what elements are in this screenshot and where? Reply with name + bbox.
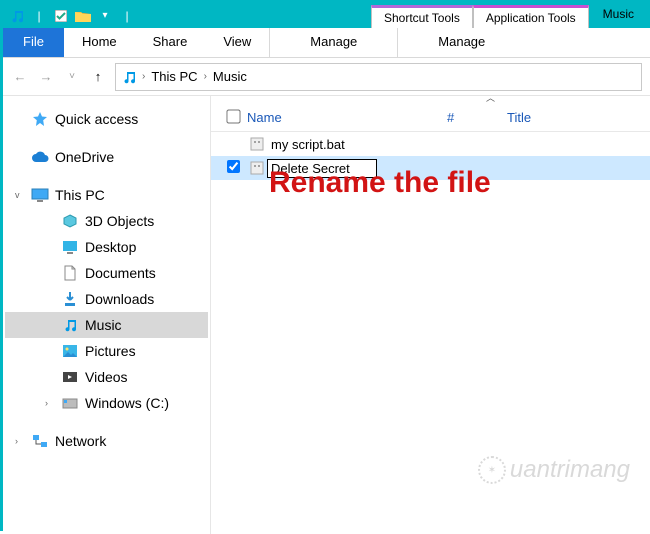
breadcrumb-item[interactable]: This PC bbox=[151, 69, 197, 84]
quick-access-toolbar: | ▾ | bbox=[3, 3, 141, 28]
tree-label: OneDrive bbox=[55, 149, 114, 165]
tree-label: Windows (C:) bbox=[85, 395, 169, 411]
tree-label: Videos bbox=[85, 369, 128, 385]
forward-button[interactable]: → bbox=[37, 69, 55, 84]
column-name[interactable]: Name bbox=[247, 110, 447, 125]
breadcrumb-item[interactable]: Music bbox=[213, 69, 247, 84]
window-title: Music bbox=[589, 3, 648, 28]
music-icon bbox=[9, 9, 25, 23]
folder-type-icon bbox=[61, 291, 79, 307]
up-button[interactable]: ↑ bbox=[89, 69, 107, 84]
star-icon bbox=[31, 111, 49, 127]
tree-item[interactable]: Downloads bbox=[5, 286, 208, 312]
watermark: ✶ uantrimang bbox=[478, 456, 630, 484]
tree-item[interactable]: Documents bbox=[5, 260, 208, 286]
ribbon-tab-share[interactable]: Share bbox=[135, 28, 206, 57]
tree-this-pc[interactable]: v This PC bbox=[5, 182, 208, 208]
folder-type-icon bbox=[61, 343, 79, 359]
music-icon bbox=[122, 70, 136, 84]
cloud-icon bbox=[31, 149, 49, 165]
ribbon-tab-view[interactable]: View bbox=[205, 28, 269, 57]
tree-label: 3D Objects bbox=[85, 213, 154, 229]
file-list-pane: ︿ Name # Title my script.bat Rename the … bbox=[211, 96, 650, 534]
chevron-right-icon[interactable]: › bbox=[142, 71, 145, 82]
file-type-icon bbox=[247, 160, 267, 176]
file-name: my script.bat bbox=[267, 137, 345, 152]
sort-indicator-icon: ︿ bbox=[486, 93, 495, 103]
folder-icon[interactable] bbox=[75, 10, 91, 22]
divider-icon: | bbox=[31, 9, 47, 23]
tree-item[interactable]: Pictures bbox=[5, 338, 208, 364]
tree-item[interactable]: Videos bbox=[5, 364, 208, 390]
tree-item[interactable]: 3D Objects bbox=[5, 208, 208, 234]
tree-item[interactable]: › Windows (C:) bbox=[5, 390, 208, 416]
tree-item[interactable]: Desktop bbox=[5, 234, 208, 260]
folder-type-icon bbox=[61, 265, 79, 281]
recent-dropdown[interactable]: ˅ bbox=[63, 71, 81, 82]
pc-icon bbox=[31, 187, 49, 203]
watermark-icon: ✶ bbox=[478, 456, 506, 484]
expand-icon[interactable]: › bbox=[15, 436, 25, 446]
folder-type-icon bbox=[61, 369, 79, 385]
address-bar: ← → ˅ ↑ › This PC › Music bbox=[3, 58, 650, 96]
row-checkbox[interactable] bbox=[219, 160, 247, 176]
tree-label: Network bbox=[55, 433, 106, 449]
tree-item[interactable]: Music bbox=[5, 312, 208, 338]
file-tab[interactable]: File bbox=[3, 28, 64, 57]
network-icon bbox=[31, 433, 49, 449]
tree-label: Desktop bbox=[85, 239, 136, 255]
ribbon-tab-manage-1[interactable]: Manage bbox=[269, 28, 397, 57]
checkbox-icon[interactable] bbox=[53, 10, 69, 22]
tree-label: Documents bbox=[85, 265, 156, 281]
file-type-icon bbox=[247, 136, 267, 152]
annotation-text: Rename the file bbox=[269, 166, 491, 200]
chevron-right-icon[interactable]: › bbox=[204, 71, 207, 82]
column-track[interactable]: # bbox=[447, 110, 507, 125]
file-row[interactable]: my script.bat bbox=[211, 132, 650, 156]
navigation-tree: Quick access OneDrive v This PC 3D Objec… bbox=[3, 96, 211, 534]
folder-type-icon bbox=[61, 239, 79, 255]
ribbon: File Home Share View Manage Manage bbox=[3, 28, 650, 58]
tree-label: Quick access bbox=[55, 111, 138, 127]
folder-type-icon bbox=[61, 213, 79, 229]
tree-network[interactable]: › Network bbox=[5, 428, 208, 454]
column-headers[interactable]: Name # Title bbox=[211, 104, 650, 132]
tree-label: Downloads bbox=[85, 291, 154, 307]
expand-icon[interactable]: › bbox=[45, 398, 55, 408]
ribbon-tab-home[interactable]: Home bbox=[64, 28, 135, 57]
contextual-tab-application[interactable]: Application Tools bbox=[473, 5, 589, 28]
title-bar: | ▾ | Shortcut Tools Application Tools M… bbox=[3, 3, 650, 28]
breadcrumb[interactable]: › This PC › Music bbox=[115, 63, 642, 91]
folder-type-icon bbox=[61, 317, 79, 333]
column-title[interactable]: Title bbox=[507, 110, 587, 125]
tree-onedrive[interactable]: OneDrive bbox=[5, 144, 208, 170]
ribbon-tab-manage-2[interactable]: Manage bbox=[397, 28, 525, 57]
main-area: Quick access OneDrive v This PC 3D Objec… bbox=[3, 96, 650, 534]
select-all-checkbox[interactable] bbox=[219, 110, 247, 126]
back-button[interactable]: ← bbox=[11, 69, 29, 84]
folder-type-icon bbox=[61, 395, 79, 411]
collapse-icon[interactable]: v bbox=[15, 190, 25, 200]
tree-label: Music bbox=[85, 317, 122, 333]
dropdown-icon[interactable]: ▾ bbox=[97, 10, 113, 21]
tree-quick-access[interactable]: Quick access bbox=[5, 106, 208, 132]
tree-label: This PC bbox=[55, 187, 105, 203]
contextual-tab-shortcut[interactable]: Shortcut Tools bbox=[371, 5, 473, 28]
tree-label: Pictures bbox=[85, 343, 136, 359]
divider-icon: | bbox=[119, 9, 135, 23]
